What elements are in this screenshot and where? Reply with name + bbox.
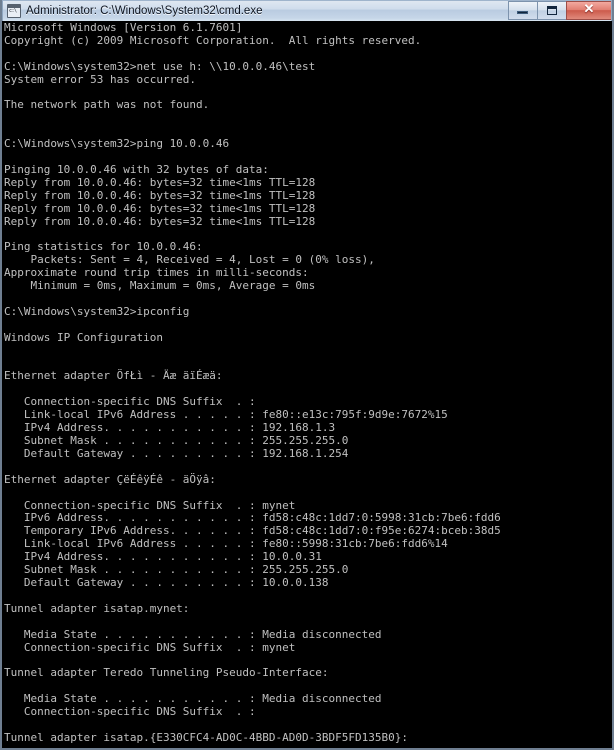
console-line: Reply from 10.0.0.46: bytes=32 time<1ms … [4, 188, 316, 202]
restore-button[interactable] [537, 1, 566, 20]
console-line: Minimum = 0ms, Maximum = 0ms, Average = … [4, 279, 316, 293]
console-line: Connection-specific DNS Suffix . : mynet [4, 640, 296, 654]
console-line: Windows IP Configuration [4, 330, 163, 344]
console-line: Default Gateway . . . . . . . . . : 10.0… [4, 575, 329, 589]
console-line: Reply from 10.0.0.46: bytes=32 time<1ms … [4, 201, 316, 215]
console-line: Connection-specific DNS Suffix . : [4, 705, 256, 719]
console-line: Ethernet adapter ÖfŁì - Äæ äïÉæä: [4, 369, 223, 383]
console-line: Pinging 10.0.0.46 with 32 bytes of data: [4, 162, 269, 176]
console-line: Copyright (c) 2009 Microsoft Corporation… [4, 33, 422, 47]
console-line: Reply from 10.0.0.46: bytes=32 time<1ms … [4, 175, 316, 189]
title-bar[interactable]: Administrator: C:\Windows\System32\cmd.e… [2, 0, 612, 21]
console-output[interactable]: Microsoft Windows [Version 6.1.7601] Copy… [2, 21, 612, 748]
console-line: Tunnel adapter Teredo Tunneling Pseudo-I… [4, 666, 329, 680]
console-line: Subnet Mask . . . . . . . . . . . : 255.… [4, 434, 349, 447]
console-line: Tunnel adapter isatap.{E330CFC4-AD0C-4BB… [4, 730, 408, 744]
close-button[interactable] [566, 1, 611, 20]
console-line: C:\Windows\system32>net use h: \\10.0.0.… [4, 59, 316, 73]
console-line: C:\Windows\system32>ipconfig [4, 304, 190, 318]
cmd-window: Administrator: C:\Windows\System32\cmd.e… [0, 0, 614, 750]
window-controls [508, 1, 611, 21]
console-line: Microsoft Windows [Version 6.1.7601] [4, 21, 243, 34]
console-line: The network path was not found. [4, 98, 210, 112]
console-line: Reply from 10.0.0.46: bytes=32 time<1ms … [4, 214, 316, 228]
console-line: Default Gateway . . . . . . . . . : 192.… [4, 446, 349, 460]
console-line: Tunnel adapter isatap.mynet: [4, 601, 190, 615]
minimize-button[interactable] [508, 1, 537, 20]
cmd-icon [7, 4, 21, 18]
console-line: C:\Windows\system32>ping 10.0.0.46 [4, 137, 230, 151]
console-line: System error 53 has occurred. [4, 72, 197, 86]
window-title: Administrator: C:\Windows\System32\cmd.e… [26, 5, 263, 17]
console-line: Ethernet adapter ÇëÉêÿÉê - äÖÿâ: [4, 472, 216, 486]
console-line: Media State . . . . . . . . . . . : Medi… [4, 627, 382, 641]
